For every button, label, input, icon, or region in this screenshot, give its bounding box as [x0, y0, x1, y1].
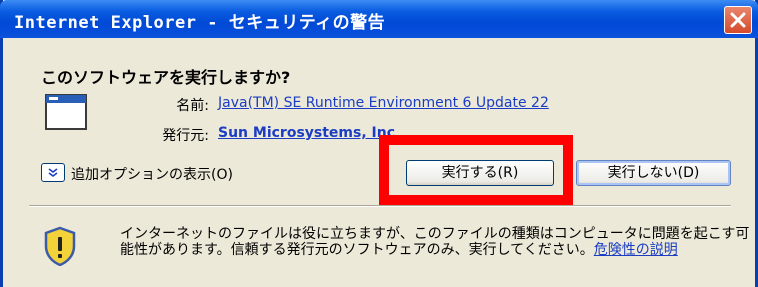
close-icon [730, 12, 746, 28]
close-button[interactable] [724, 6, 752, 34]
red-highlight-box [379, 135, 573, 205]
more-options-toggle[interactable] [41, 163, 65, 182]
publisher-label: 発行元: [162, 128, 209, 144]
publisher-link[interactable]: Sun Microsystems, Inc [218, 125, 395, 141]
more-options-label[interactable]: 追加オプションの表示(O) [71, 164, 233, 184]
application-window-icon [45, 94, 87, 130]
chevron-down-icon [48, 168, 58, 177]
divider [29, 205, 731, 207]
risk-explanation-link[interactable]: 危険性の説明 [594, 242, 678, 258]
software-name-link[interactable]: Java(TM) SE Runtime Environment 6 Update… [218, 95, 549, 111]
dont-run-button[interactable]: 実行しない(D) [576, 160, 731, 186]
name-label: 名前: [176, 98, 209, 114]
window-title: Internet Explorer - セキュリティの警告 [14, 13, 386, 33]
security-shield-icon [44, 226, 76, 266]
security-warning-dialog: Internet Explorer - セキュリティの警告 このソフトウェアを実… [0, 0, 758, 287]
title-bar[interactable]: Internet Explorer - セキュリティの警告 [0, 0, 758, 38]
warning-message: インターネットのファイルは役に立ちますが、このファイルの種類はコンピュータに問題… [120, 226, 750, 258]
run-question: このソフトウェアを実行しますか? [41, 68, 291, 87]
